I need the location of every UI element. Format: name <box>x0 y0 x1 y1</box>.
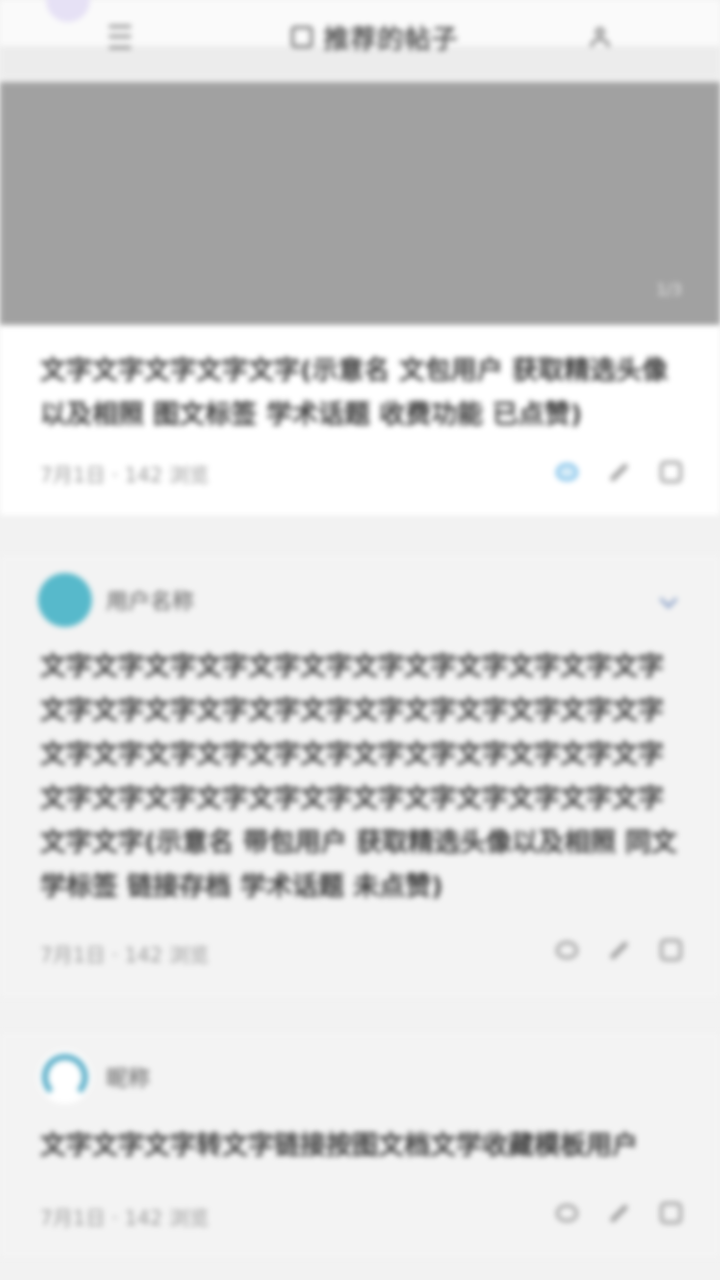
comment-icon <box>660 461 682 483</box>
comment-icon <box>660 1202 682 1224</box>
post-text[interactable]: 文字文字文字文字文字(示意名 文包用户 获取精选头像以及相照 图文标签 学术话题… <box>40 349 680 437</box>
menu-icon <box>109 25 131 49</box>
post-actions <box>554 459 684 485</box>
post-author[interactable]: 昵称 <box>38 1050 150 1104</box>
post-card: 用户名称 文字文字文字文字文字文字文字文字文字文字文字文字文字文字文字文字文字文… <box>0 555 720 998</box>
avatar <box>38 573 92 627</box>
post-card: 昵称 文字文字文字转文字链接按图文档文学收藏模板用户 7月1日 · 142 浏览 <box>0 1032 720 1258</box>
comment-button[interactable] <box>658 1200 684 1226</box>
post-author[interactable]: 用户名称 <box>38 573 194 627</box>
like-button[interactable] <box>554 937 580 963</box>
post-text[interactable]: 文字文字文字文字文字文字文字文字文字文字文字文字文字文字文字文字文字文字文字文字… <box>40 645 680 909</box>
avatar <box>38 1050 92 1104</box>
edit-icon <box>609 462 629 482</box>
post-media-image[interactable]: 1/3 <box>0 82 720 325</box>
profile-button[interactable] <box>580 18 620 56</box>
comment-button[interactable] <box>658 459 684 485</box>
comment-icon <box>660 939 682 961</box>
chevron-down-icon <box>658 589 678 609</box>
post-meta: 7月1日 · 142 浏览 <box>40 943 210 967</box>
edit-button[interactable] <box>606 459 632 485</box>
post-meta: 7月1日 · 142 浏览 <box>40 463 210 487</box>
recommended-posts-button[interactable]: 推荐的帖子 <box>265 18 485 56</box>
top-toolbar: 推荐的帖子 <box>0 0 720 78</box>
post-actions <box>554 937 684 963</box>
menu-button[interactable] <box>100 18 140 56</box>
toolbar-title: 推荐的帖子 <box>323 24 459 55</box>
post-text[interactable]: 文字文字文字转文字链接按图文档文学收藏模板用户 <box>40 1124 680 1168</box>
heart-icon <box>556 1204 578 1222</box>
like-button[interactable] <box>554 459 580 485</box>
edit-button[interactable] <box>606 937 632 963</box>
edit-icon <box>609 1203 629 1223</box>
edit-button[interactable] <box>606 1200 632 1226</box>
post-meta: 7月1日 · 142 浏览 <box>40 1206 210 1230</box>
expand-button[interactable] <box>656 589 680 613</box>
edit-icon <box>609 940 629 960</box>
square-icon <box>291 26 314 48</box>
post-actions <box>554 1200 684 1226</box>
username: 昵称 <box>106 1067 151 1092</box>
post-card: 文字文字文字文字文字(示意名 文包用户 获取精选头像以及相照 图文标签 学术话题… <box>0 325 720 515</box>
heart-icon <box>556 463 578 481</box>
comment-button[interactable] <box>658 937 684 963</box>
person-icon <box>589 27 611 47</box>
username: 用户名称 <box>106 590 195 615</box>
heart-icon <box>556 941 578 959</box>
media-counter: 1/3 <box>656 280 682 299</box>
like-button[interactable] <box>554 1200 580 1226</box>
